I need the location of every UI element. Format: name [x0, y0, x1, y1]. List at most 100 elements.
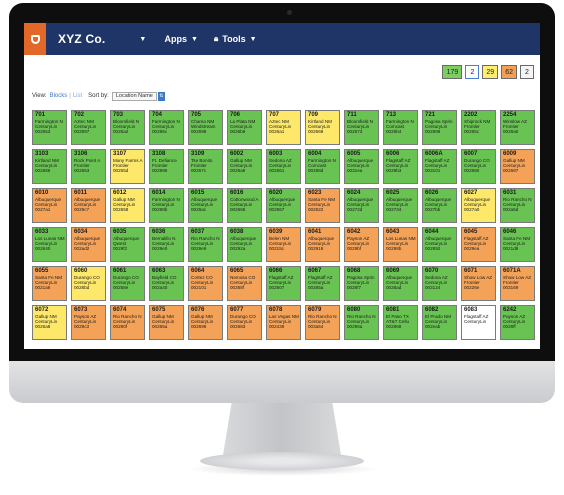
sort-dropdown-icon[interactable]: ⇅ [157, 91, 165, 101]
location-tile[interactable]: 6026 Albuquerque CenturyLin 0027bb [422, 188, 457, 223]
location-tile[interactable]: 6242 Payson AZ CenturyLin 0029ff [500, 305, 535, 340]
location-tile[interactable]: 6023 Santa Fe NM CenturyLin 002622 [305, 188, 340, 223]
location-tile[interactable]: 6014 Farmington N CenturyLin 00298b [149, 188, 184, 223]
tile-circuit-id: 003a54 [308, 324, 324, 330]
tile-circuit-id: 003101 [425, 168, 441, 174]
location-tile[interactable]: 6074 Rio Rancho N CenturyLin 00290f [110, 305, 145, 340]
location-tile[interactable]: 6044 Albuquerque CenturyLin 002892 [422, 227, 457, 262]
tools-menu[interactable]: 🔒︎ Tools ▼ [206, 23, 265, 55]
location-tile[interactable]: 6073 Payson AZ CenturyLin 0029c3 [71, 305, 106, 340]
location-tile[interactable]: 6037 Rio Rancho N CenturyLin 0029e9 [188, 227, 223, 262]
location-tile[interactable]: 6024 Albuquerque CenturyLin 00272d [344, 188, 379, 223]
location-tile[interactable]: 2202 Shiprock NM Frontier 00265c [461, 110, 496, 145]
location-tile[interactable]: 6070 Sedona AZ CenturyLin 003124 [422, 266, 457, 301]
location-tile[interactable]: 6065 Nemosa CO CenturyLin 00268f [227, 266, 262, 301]
location-tile[interactable]: 6069 Albuquerque CenturyLin 0028ad [383, 266, 418, 301]
location-tile[interactable]: 3109 Tse Bonito Frontier 00267c [188, 149, 223, 184]
tile-circuit-id: 002683 [230, 324, 246, 330]
tile-number: 6035 [113, 229, 127, 235]
tile-circuit-id: 0029ea [464, 246, 480, 252]
location-tile[interactable]: 6005 Albuquerque CenturyLin 0031ea [344, 149, 379, 184]
location-tile[interactable]: 6075 Gallup NM CenturyLin 00265a [149, 305, 184, 340]
location-tile[interactable]: 6010 Albuquerque CenturyLin 0027a1 [32, 188, 67, 223]
location-tile[interactable]: 6034 Albuquerque CenturyLin 002ad2 [71, 227, 106, 262]
location-tile[interactable]: 6083 Flagstaff AZ CenturyLin [461, 305, 496, 340]
location-tile[interactable]: 6061 Durango CO CenturyLin 00268e [110, 266, 145, 301]
location-tile[interactable]: 6012 Gallup NM CenturyLin 002658 [110, 188, 145, 223]
location-tile[interactable]: 6039 Belen NM CenturyLin 00215c [266, 227, 301, 262]
location-tile[interactable]: 6041 Albuquerque CenturyLin 002919 [305, 227, 340, 262]
location-tile[interactable]: 3107 Many Farms A Frontier 00265d [110, 149, 145, 184]
count-badge-orange[interactable]: 62 [501, 65, 517, 79]
location-tile[interactable]: 6081 El Paso TX AT&T Cellu 002868 [383, 305, 418, 340]
location-tile[interactable]: 6067 Flagstaff AZ CenturyLin 00265a [305, 266, 340, 301]
location-tile[interactable]: 6015 Albuquerque CenturyLin 0026ac [188, 188, 223, 223]
location-tile[interactable]: 6063 Bayfield CO CenturyLin 002a40 [149, 266, 184, 301]
location-tile[interactable]: 6071A Show Low AZ Frontier 003169 [500, 266, 535, 301]
location-tile[interactable]: 6006A Flagstaff AZ CenturyLin 003101 [422, 149, 457, 184]
location-tile[interactable]: 6006 Flagstaff AZ CenturyLin 0029b3 [383, 149, 418, 184]
location-tile[interactable]: 6055 Santa Fe NM CenturyLin 0021a6 [32, 266, 67, 301]
location-tile[interactable]: 6046 Santa Fe NM CenturyLin 0021d8 [500, 227, 535, 262]
location-tile[interactable]: 6078 Las Vegas NM CenturyLin 002439 [266, 305, 301, 340]
location-tile[interactable]: 6043 Los Lunas NM CenturyLin 00298b [383, 227, 418, 262]
apps-menu[interactable]: Apps ▼ [157, 23, 206, 55]
location-tile[interactable]: 6079 Rio Rancho N CenturyLin 003a54 [305, 305, 340, 340]
location-tile[interactable]: 704 Farmington N CenturyLin 00296c [149, 110, 184, 145]
count-badge-yellow[interactable]: 29 [482, 65, 499, 79]
location-tile[interactable]: 6033 Los Lunas NM CenturyLin 002640 [32, 227, 67, 262]
count-badge-blue[interactable]: 2 [465, 65, 480, 79]
location-tile[interactable]: 3106 Rock Point A Frontier 002653 [71, 149, 106, 184]
location-tile[interactable]: 6082 El Prado NM CenturyLin 002eab [422, 305, 457, 340]
location-tile[interactable]: 6071 Show Low AZ Frontier 00226e [461, 266, 496, 301]
location-tile[interactable]: 3103 Kirtland NM CenturyLin 002686 [32, 149, 67, 184]
location-tile[interactable]: 713 Farmington N Comcast 0026b4 [383, 110, 418, 145]
location-tile[interactable]: 706 La Plata NM CenturyLin 0026b9 [227, 110, 262, 145]
location-tile[interactable]: 6072 Gallup NM CenturyLin 0026a8 [32, 305, 67, 340]
location-tile[interactable]: 2254 Winslow AZ Frontier 0026a0 [500, 110, 535, 145]
count-badge-white[interactable]: 2 [520, 65, 534, 79]
lock-icon: 🔒︎ [213, 34, 219, 43]
location-tile[interactable]: 6025 Albuquerque CenturyLin 002734 [383, 188, 418, 223]
location-tile[interactable]: 705 Chama NM Windstream 002698 [188, 110, 223, 145]
location-tile[interactable]: 3108 Ft. Defiance Frontier 002995 [149, 149, 184, 184]
location-tile[interactable]: 6020 Albuquerque CenturyLin 002967 [266, 188, 301, 223]
tile-number: 6024 [347, 190, 361, 196]
sort-select[interactable]: Location Name [111, 91, 157, 101]
count-badge-green[interactable]: 179 [442, 65, 463, 79]
logo-icon[interactable] [24, 23, 46, 55]
location-tile[interactable]: 709 Kirtland NM CenturyLin 002668 [305, 110, 340, 145]
location-tile[interactable]: 6038 Albuquerque CenturyLin 00292a [227, 227, 262, 262]
location-tile[interactable]: 6035 Albuquerque Qwest 0029f2 [110, 227, 145, 262]
location-tile[interactable]: 6068 Pagosa Sprin CenturyLin 0026f7 [344, 266, 379, 301]
location-tile[interactable]: 6007 Durango CO CenturyLin 002680 [461, 149, 496, 184]
location-tile[interactable]: 6009 Gallup NM CenturyLin 002687 [500, 149, 535, 184]
view-list-toggle[interactable]: List [73, 93, 82, 99]
location-tile[interactable]: 702 Aztec NM CenturyLin 002697 [71, 110, 106, 145]
view-blocks-toggle[interactable]: Blocks [50, 93, 68, 99]
location-tile[interactable]: 6031 Rio Rancho N CenturyLin 002a5d [500, 188, 535, 223]
location-tile[interactable]: 721 Pagosa Sprin CenturyLin 002699 [422, 110, 457, 145]
location-tile[interactable]: 711 Bloomfield N CenturyLin 002673 [344, 110, 379, 145]
location-tile[interactable]: 6003 Sedona AZ CenturyLin 002661 [266, 149, 301, 184]
tile-circuit-id: 00296a [347, 324, 363, 330]
location-tile[interactable]: 6027 Albuquerque CenturyLin 0027a0 [461, 188, 496, 223]
location-tile[interactable]: 703 Bloomfield N CenturyLin 0026a2 [110, 110, 145, 145]
location-tile[interactable]: 707 Aztec NM CenturyLin 0026a1 [266, 110, 301, 145]
location-tile[interactable]: 6016 Cottonwood A CenturyLin 002666 [227, 188, 262, 223]
location-tile[interactable]: 701 Farmington N CenturyLin 002653 [32, 110, 67, 145]
location-tile[interactable]: 6036 Bernalillo N CenturyLin 0029e0 [149, 227, 184, 262]
location-tile[interactable]: 6066 Flagstaff AZ CenturyLin 002607 [266, 266, 301, 301]
location-tile[interactable]: 6064 Cortez CO CenturyLin 002101 [188, 266, 223, 301]
location-tile[interactable]: 6080 Rio Rancho N CenturyLin 00296a [344, 305, 379, 340]
location-tile[interactable]: 6076 Gallup NM CenturyLin 002696 [188, 305, 223, 340]
location-tile[interactable]: 6060 Durango CO CenturyLin 0026bd [71, 266, 106, 301]
location-tile[interactable]: 6011 Albuquerque CenturyLin 0029c7 [71, 188, 106, 223]
location-tile[interactable]: 6002 Gallup NM CenturyLin 0026a9 [227, 149, 262, 184]
location-tile[interactable]: 6077 Durango CO CenturyLin 002683 [227, 305, 262, 340]
location-tile[interactable]: 6045 Flagstaff AZ CenturyLin 0029ea [461, 227, 496, 262]
tile-circuit-id: 002697 [74, 129, 90, 135]
location-tile[interactable]: 6004 Farmington N Comcast 00298d [305, 149, 340, 184]
location-tile[interactable]: 6042 Payson AZ CenturyLin 0029bf [344, 227, 379, 262]
brand-menu[interactable]: XYZ Co. ▼ [46, 23, 157, 55]
